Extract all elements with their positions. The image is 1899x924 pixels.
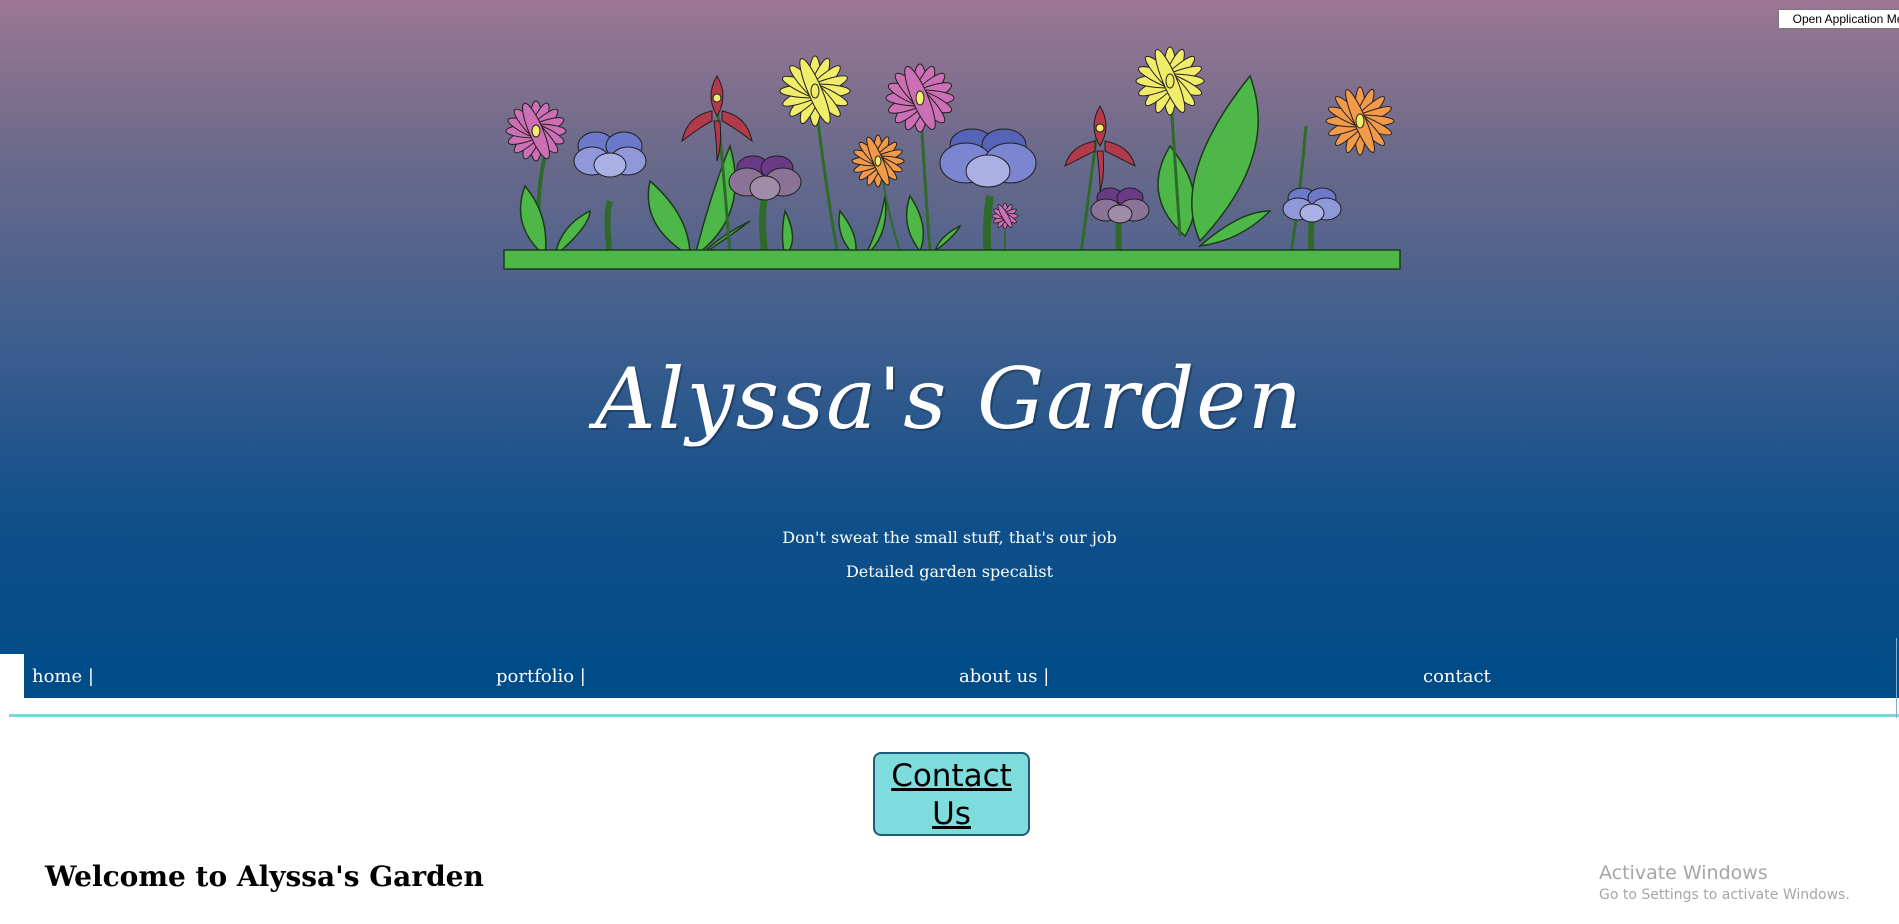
nav-left-gap [0, 654, 24, 698]
nav-item-contact[interactable]: contact [1423, 666, 1491, 687]
section-divider [9, 714, 1899, 717]
nav-item-home[interactable]: home | [32, 666, 94, 687]
activate-windows-title: Activate Windows [1599, 862, 1768, 884]
nav-item-portfolio[interactable]: portfolio | [496, 666, 586, 687]
contact-us-label-line2: Us [932, 796, 971, 832]
main-nav: home | portfolio | about us | contact [24, 654, 1879, 698]
welcome-heading: Welcome to Alyssa's Garden [45, 860, 484, 893]
flower-illustration [503, 46, 1401, 270]
site-subtitle: Detailed garden specalist [845, 562, 1054, 581]
right-edge-line [1896, 638, 1897, 718]
open-application-button[interactable]: Open Application Me [1778, 9, 1899, 29]
contact-us-label-line1: Contact [891, 758, 1012, 794]
activate-windows-subtitle: Go to Settings to activate Windows. [1599, 887, 1850, 903]
contact-us-button[interactable]: Contact Us [873, 752, 1030, 836]
site-tagline: Don't sweat the small stuff, that's our … [782, 528, 1117, 547]
site-title: Alyssa's Garden [594, 350, 1305, 448]
nav-item-about[interactable]: about us | [959, 666, 1049, 687]
